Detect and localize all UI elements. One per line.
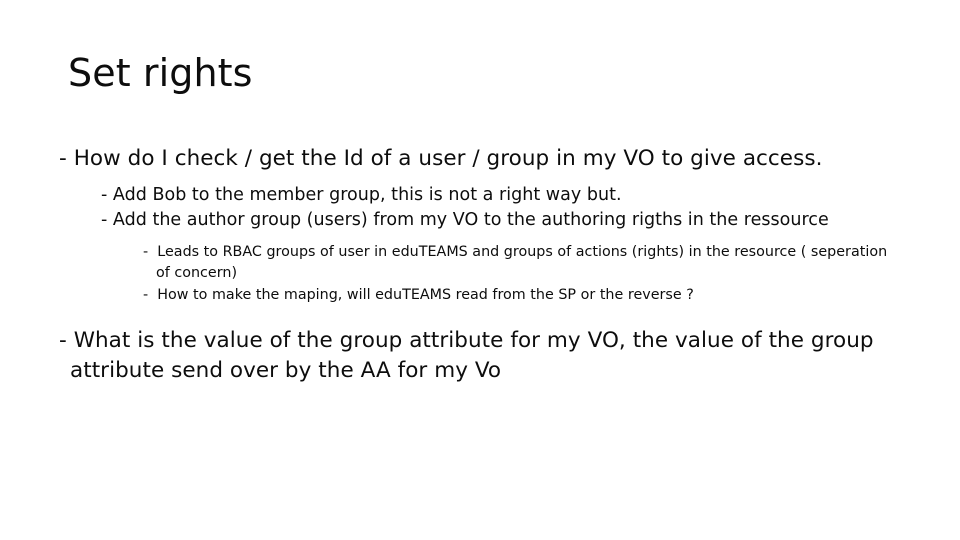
slide: Set rights - How do I check / get the Id… — [0, 0, 960, 540]
bullet-level1-item: - How do I check / get the Id of a user … — [59, 146, 823, 171]
bullet-level1-item: - What is the value of the group attribu… — [59, 327, 881, 384]
bullet-level3-item: - Leads to RBAC groups of user in eduTEA… — [143, 243, 892, 282]
slide-title: Set rights — [68, 51, 253, 95]
bullet-level2-item: - Add the author group (users) from my V… — [101, 209, 829, 230]
bullet-level2-item: - Add Bob to the member group, this is n… — [101, 184, 622, 205]
bullet-level3-item: - How to make the maping, will eduTEAMS … — [143, 286, 694, 303]
slide-body-content: - How do I check / get the Id of a user … — [0, 144, 960, 387]
